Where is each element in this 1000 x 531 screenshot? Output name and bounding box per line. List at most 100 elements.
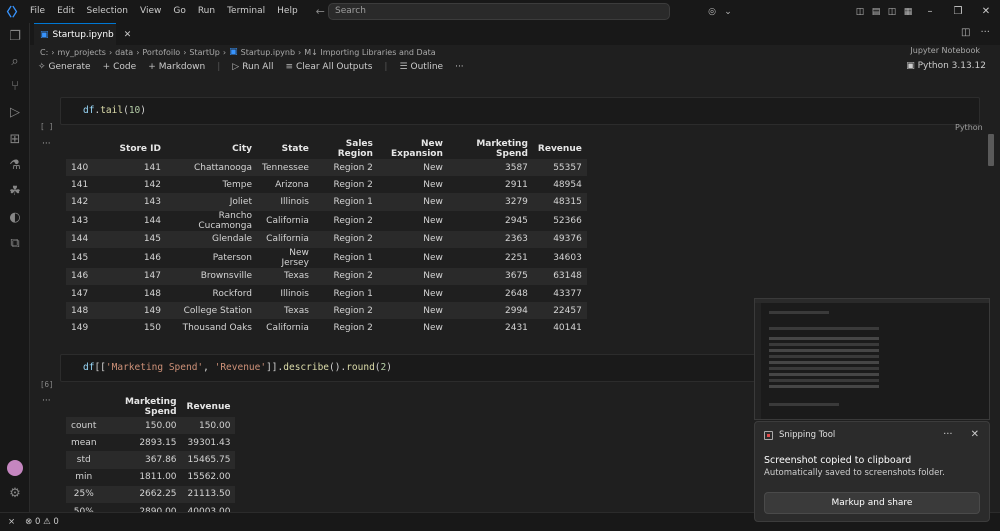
table-row: 140 141 Chattanooga Tennessee Region 2 New 358…	[66, 159, 587, 177]
menu-go[interactable]: Go	[167, 0, 191, 23]
markup-and-share-button[interactable]: Markup and share	[764, 492, 980, 514]
chevron-right-icon: ›	[51, 47, 55, 57]
explorer-icon[interactable]: ❐	[5, 26, 25, 46]
cell-state: California	[266, 234, 309, 245]
table-row: std 367.86 15465.75	[66, 451, 236, 469]
breadcrumb-item[interactable]: C:	[40, 48, 48, 57]
table-row: mean 2893.15 39301.43	[66, 434, 235, 451]
menu-terminal[interactable]: Terminal	[221, 0, 271, 23]
row-index: 140	[71, 162, 89, 173]
generate-button[interactable]: ✧ Generate	[38, 62, 91, 72]
vertical-scrollbar[interactable]	[988, 134, 994, 166]
breadcrumb-item[interactable]: my_projects	[57, 48, 105, 57]
cell-store-id: 146	[143, 252, 161, 263]
add-code-button[interactable]: + Code	[103, 62, 137, 72]
containers-icon[interactable]: ⧉	[5, 233, 25, 253]
python-icon[interactable]: ☘	[5, 181, 25, 201]
kernel-picker[interactable]: ▣ Python 3.13.12	[906, 61, 986, 71]
edge-icon[interactable]: ◐	[5, 207, 25, 227]
notification-header: Snipping Tool	[764, 430, 835, 440]
cell-sales-region: Region 2	[333, 322, 373, 333]
split-editor-icon[interactable]: ◫	[961, 27, 970, 38]
notebook-toolbar: ✧ Generate + Code + Markdown | ▷ Run All ≡ Cl…	[30, 59, 1000, 75]
testing-icon[interactable]: ⚗	[5, 155, 25, 175]
remote-icon[interactable]: ⨯	[8, 517, 15, 527]
error-count: 0	[34, 517, 41, 527]
describe-table: Marketing Spend Revenue count 150.00 150.0…	[66, 397, 236, 513]
search-icon[interactable]: ⌕	[5, 51, 25, 71]
table-row: 148 149 College Station Texas Region 2 New 299…	[66, 302, 587, 320]
minimize-icon[interactable]: –	[916, 0, 944, 23]
cell-city: Joliet	[229, 196, 252, 207]
tab-close-icon[interactable]: ✕	[124, 30, 132, 40]
add-markdown-button[interactable]: + Markdown	[148, 62, 205, 72]
cell-revenue: 150.00	[198, 420, 231, 431]
output-menu-icon[interactable]: ···	[42, 396, 51, 406]
copilot-icon[interactable]: ◎	[704, 0, 720, 23]
extensions-icon[interactable]: ⊞	[5, 129, 25, 149]
output-menu-icon[interactable]: ···	[42, 139, 51, 149]
run-all-button[interactable]: ▷ Run All	[232, 62, 273, 72]
breadcrumb-item[interactable]: M↓ Importing Libraries and Data	[304, 48, 435, 57]
notebook-type-label: Jupyter Notebook	[910, 46, 980, 55]
row-index: 145	[71, 252, 89, 263]
cell-sales-region: Region 2	[333, 162, 373, 173]
screenshot-preview-thumbnail[interactable]	[754, 298, 990, 420]
code-cell[interactable]: df[['Marketing Spend', 'Revenue']].descr…	[60, 354, 760, 382]
tab-startup-ipynb[interactable]: ▣ Startup.ipynb ✕	[34, 23, 131, 45]
toolbar-more-button[interactable]: ···	[455, 62, 464, 72]
chevron-down-icon[interactable]: ⌄	[720, 0, 736, 23]
row-index: 146	[71, 271, 89, 282]
clear-outputs-button[interactable]: ≡ Clear All Outputs	[285, 62, 372, 72]
menu-help[interactable]: Help	[271, 0, 304, 23]
outline-button[interactable]: ☰ Outline	[399, 62, 443, 72]
table-row: min 1811.00 15562.00	[66, 469, 235, 486]
title-bar: 〈〉 File Edit Selection View Go Run Termi…	[0, 0, 1000, 23]
menu-run[interactable]: Run	[192, 0, 221, 23]
breadcrumb-item[interactable]: StartUp	[189, 48, 219, 57]
cell-city: Paterson	[212, 252, 252, 263]
row-index: 148	[71, 305, 89, 316]
search-input[interactable]: Search	[328, 3, 670, 20]
row-index: std	[76, 454, 91, 465]
table-row: 141 142 Tempe Arizona Region 2 New 2911 48954	[66, 176, 587, 193]
avatar[interactable]	[7, 460, 23, 476]
preview-line	[769, 327, 879, 330]
editor-actions: ◫ ···	[961, 27, 990, 38]
run-debug-icon[interactable]: ▷	[5, 102, 25, 122]
close-icon[interactable]: ✕	[972, 0, 1000, 23]
code-cell[interactable]: df.tail(10)	[60, 97, 980, 125]
menu-view[interactable]: View	[134, 0, 167, 23]
preview-line	[769, 311, 829, 314]
menu-edit[interactable]: Edit	[51, 0, 80, 23]
cell-state: Tennessee	[262, 162, 309, 173]
more-options-icon[interactable]: ···	[943, 429, 953, 440]
close-icon[interactable]: ✕	[971, 429, 979, 440]
breadcrumb-item[interactable]: Startup.ipynb	[241, 48, 295, 57]
problems-indicator[interactable]: ⊗ 0 ⚠ 0	[25, 517, 59, 527]
toggle-panel-icon[interactable]: ▤	[868, 0, 884, 23]
toggle-secondary-sidebar-icon[interactable]: ◫	[884, 0, 900, 23]
cell-sales-region: Region 2	[333, 179, 373, 190]
restore-icon[interactable]: ❒	[944, 0, 972, 23]
layout-icon[interactable]: ▦	[900, 0, 916, 23]
more-actions-icon[interactable]: ···	[980, 27, 990, 38]
cell-revenue: 48315	[553, 196, 582, 207]
source-control-icon[interactable]: ⑂	[5, 76, 25, 96]
cell-marketing-spend: 2363	[505, 234, 528, 245]
cell-city: Rockford	[212, 288, 252, 299]
breadcrumb-item[interactable]: data	[115, 48, 133, 57]
plus-icon: +	[102, 62, 111, 72]
menu-file[interactable]: File	[24, 0, 51, 23]
chevron-right-icon: ›	[108, 47, 113, 57]
menu-selection[interactable]: Selection	[81, 0, 134, 23]
settings-gear-icon[interactable]: ⚙	[5, 483, 25, 503]
toggle-sidebar-icon[interactable]: ◫	[852, 0, 868, 23]
cell-marketing-spend: 367.86	[145, 454, 177, 465]
cell-language[interactable]: Python	[955, 123, 983, 132]
cell-marketing-spend: 150.00	[145, 420, 177, 431]
row-index: 149	[71, 322, 89, 333]
notebook-file-icon: ▣	[229, 47, 238, 57]
back-arrow-icon[interactable]: ←	[316, 5, 325, 18]
breadcrumb-item[interactable]: Portofoilo	[142, 48, 180, 57]
